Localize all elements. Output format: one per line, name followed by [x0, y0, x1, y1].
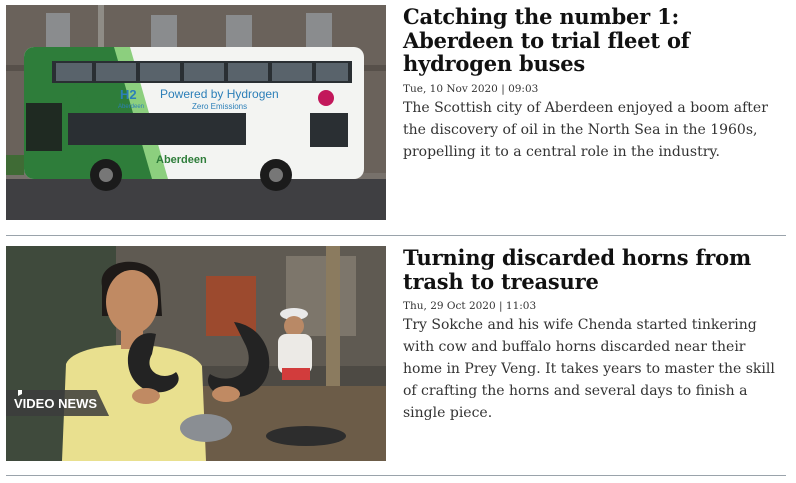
article-divider: [6, 235, 786, 236]
article-headline-link[interactable]: Catching the number 1: Aberdeen to trial…: [403, 5, 786, 76]
bus-logo-text: H2: [120, 87, 137, 102]
article-summary: The Scottish city of Aberdeen enjoyed a …: [403, 99, 768, 160]
bus-slogan-text: Powered by Hydrogen: [160, 87, 279, 101]
article-text: Turning discarded horns from trash to tr…: [403, 246, 786, 424]
article-card[interactable]: VIDEO NEWS Turning discarded horns from …: [6, 246, 786, 461]
article-date: Tue, 10 Nov 2020 | 09:03: [403, 82, 539, 95]
article-date: Thu, 29 Oct 2020 | 11:03: [403, 300, 537, 312]
article-thumbnail-hydrogen-bus[interactable]: H2 Powered by Hydrogen Zero Emissions Ab…: [6, 5, 386, 220]
horn-craft-photo: [6, 246, 386, 461]
article-summary: Try Sokche and his wife Chenda started t…: [403, 317, 775, 421]
bus-logo-sub-text: Aberdeen: [118, 104, 144, 110]
hydrogen-bus-photo: H2 Powered by Hydrogen Zero Emissions Ab…: [6, 5, 386, 220]
article-headline-link[interactable]: Turning discarded horns from trash to tr…: [403, 246, 786, 293]
article-thumbnail-horn-craft[interactable]: VIDEO NEWS: [6, 246, 386, 461]
article-text: Catching the number 1: Aberdeen to trial…: [403, 5, 786, 163]
video-news-badge: VIDEO NEWS: [6, 390, 110, 416]
bus-slogan-sub-text: Zero Emissions: [192, 102, 247, 111]
article-card[interactable]: H2 Powered by Hydrogen Zero Emissions Ab…: [6, 5, 786, 221]
bus-brand-text: Aberdeen: [156, 154, 207, 166]
article-divider: [6, 475, 786, 476]
